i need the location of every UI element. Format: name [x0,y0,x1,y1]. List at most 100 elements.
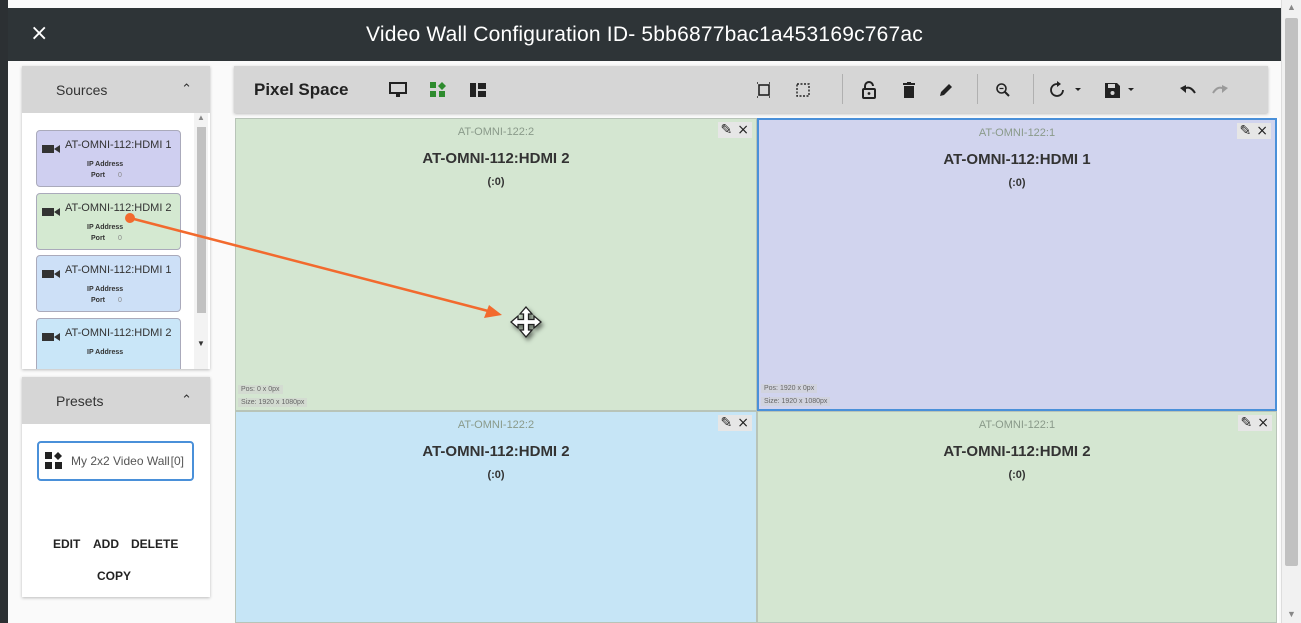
source-list-scrollbar[interactable]: ▲ ▼ [194,113,208,369]
source-card[interactable]: AT-OMNI-112:HDMI 1 IP Address Port 0 [36,255,181,312]
cell-source: AT-OMNI-112:HDMI 1 [943,151,1091,168]
cell-controls: ✎ × [1237,415,1272,431]
scroll-down-icon[interactable]: ▼ [197,339,205,348]
close-icon[interactable]: × [737,416,749,430]
delete-button[interactable]: DELETE [131,537,178,551]
source-card[interactable]: AT-OMNI-112:HDMI 2 IP Address Port 0 [36,193,181,250]
cell-ip: AT-OMNI-122:1 [978,127,1056,139]
cell-sub: (:0) [1008,469,1026,481]
refresh-icon[interactable] [1048,79,1084,101]
save-icon[interactable] [1104,79,1140,101]
copy-button[interactable]: COPY [97,569,131,583]
sources-title: Sources [56,81,108,98]
source-name: AT-OMNI-112:HDMI 2 [65,202,172,214]
monitor-icon[interactable] [387,79,409,101]
select-icon[interactable] [753,79,775,101]
deselect-icon[interactable] [792,79,814,101]
close-icon[interactable]: × [1257,416,1269,430]
page-title: Pixel Space [254,80,349,99]
source-card[interactable]: AT-OMNI-112:HDMI 2 IP Address [36,318,181,369]
edit-icon[interactable]: ✎ [1241,416,1253,430]
grid-layout-icon[interactable] [427,79,449,101]
source-list: AT-OMNI-112:HDMI 1 IP Address Port 0 AT-… [22,113,210,369]
scroll-up-icon[interactable]: ▲ [1287,2,1296,12]
source-port-value: 0 [118,172,122,179]
video-camera-icon [42,145,60,153]
chevron-up-icon[interactable]: ⌃ [181,393,192,408]
wall-cell[interactable]: AT-OMNI-122:2 AT-OMNI-112:HDMI 2 (:0) ✎ … [235,118,757,411]
edit-icon[interactable] [935,79,957,101]
page-scrollbar[interactable]: ▲ ▼ [1281,0,1301,623]
undo-icon[interactable] [1177,79,1199,101]
cell-sub: (:0) [1008,177,1026,189]
close-icon[interactable]: × [30,22,48,46]
scroll-down-icon[interactable]: ▼ [1287,609,1296,619]
cell-controls: ✎ × [717,415,752,431]
toolbar-divider [1033,74,1034,104]
scrollbar-thumb[interactable] [197,127,206,313]
layout-icon[interactable] [467,79,489,101]
video-wall-canvas[interactable]: AT-OMNI-122:2 AT-OMNI-112:HDMI 2 (:0) ✎ … [235,118,1279,623]
presets-panel: Presets ⌃ My 2x2 Video Wall [0] EDIT ADD… [22,377,210,597]
source-name: AT-OMNI-112:HDMI 1 [65,264,172,276]
presets-panel-header[interactable]: Presets ⌃ [22,377,210,424]
sources-panel-header[interactable]: Sources ⌃ [22,66,210,113]
title-bar: × Video Wall Configuration ID- 5bb6877ba… [8,8,1281,61]
source-port-label: Port [91,297,105,304]
window-title: Video Wall Configuration ID- 5bb6877bac1… [366,22,923,46]
cell-position: Pos: 1920 x 0px [761,384,818,393]
cell-source: AT-OMNI-112:HDMI 2 [422,443,570,460]
edit-icon[interactable]: ✎ [1240,124,1252,138]
source-port-label: Port [91,235,105,242]
cell-ip: AT-OMNI-122:2 [457,126,535,138]
lock-open-icon[interactable] [858,79,880,101]
cell-source: AT-OMNI-112:HDMI 2 [422,150,570,167]
preset-item[interactable]: My 2x2 Video Wall [0] [37,441,194,481]
wall-cell[interactable]: AT-OMNI-122:2 AT-OMNI-112:HDMI 2 (:0) ✎ … [235,411,757,623]
cell-controls: ✎ × [717,122,752,138]
cell-ip: AT-OMNI-122:1 [978,419,1056,431]
source-name: AT-OMNI-112:HDMI 1 [65,139,172,151]
source-ip-label: IP Address [87,161,124,168]
wall-cell-selected[interactable]: AT-OMNI-122:1 AT-OMNI-112:HDMI 1 (:0) ✎ … [757,118,1277,411]
toolbar-divider [842,74,843,104]
scroll-up-icon[interactable]: ▲ [197,113,205,122]
chevron-up-icon[interactable]: ⌃ [181,82,192,97]
cell-size: Size: 1920 x 1080px [761,397,831,406]
redo-icon[interactable] [1209,79,1231,101]
cell-size: Size: 1920 x 1080px [238,398,308,407]
presets-title: Presets [56,392,104,409]
preset-count: [0] [170,454,184,468]
edit-icon[interactable]: ✎ [721,416,733,430]
source-name: AT-OMNI-112:HDMI 2 [65,327,172,339]
video-camera-icon [42,270,60,278]
cell-sub: (:0) [487,469,505,481]
source-port-label: Port [91,172,105,179]
cell-source: AT-OMNI-112:HDMI 2 [943,443,1091,460]
source-port-value: 0 [118,235,122,242]
cell-ip: AT-OMNI-122:2 [457,419,535,431]
source-ip-label: IP Address [87,286,124,293]
cell-position: Pos: 0 x 0px [238,385,283,394]
toolbar-divider [977,74,978,104]
source-port-value: 0 [118,297,122,304]
close-icon[interactable]: × [1256,124,1268,138]
edit-button[interactable]: EDIT [53,537,80,551]
cell-controls: ✎ × [1236,123,1271,139]
sources-panel: Sources ⌃ AT-OMNI-112:HDMI 1 IP Address … [22,66,210,369]
source-ip-label: IP Address [87,224,124,231]
video-camera-icon [42,333,60,341]
source-card[interactable]: AT-OMNI-112:HDMI 1 IP Address Port 0 [36,130,181,187]
add-button[interactable]: ADD [93,537,119,551]
scrollbar-thumb[interactable] [1285,18,1298,566]
source-ip-label: IP Address [87,349,124,356]
grid-layout-icon [45,452,62,469]
zoom-icon[interactable] [992,79,1014,101]
delete-icon[interactable] [898,79,920,101]
window-frame [0,0,8,623]
edit-icon[interactable]: ✎ [721,123,733,137]
cell-sub: (:0) [487,176,505,188]
close-icon[interactable]: × [737,123,749,137]
canvas-toolbar: Pixel Space [234,66,1268,113]
wall-cell[interactable]: AT-OMNI-122:1 AT-OMNI-112:HDMI 2 (:0) ✎ … [757,411,1277,623]
